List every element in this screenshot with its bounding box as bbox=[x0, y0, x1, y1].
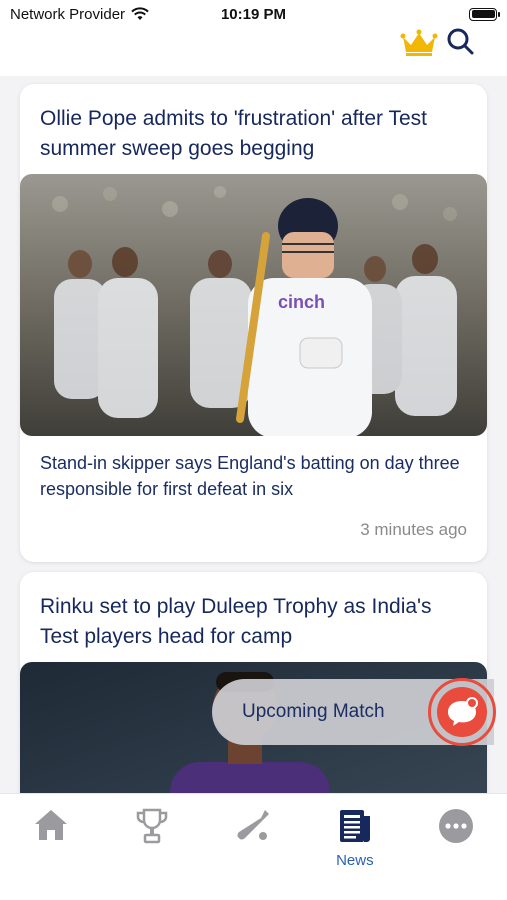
article-card[interactable]: Ollie Pope admits to 'frustration' after… bbox=[20, 84, 487, 562]
battery-icon bbox=[469, 7, 500, 21]
bottom-tab-bar: News bbox=[0, 793, 507, 900]
upcoming-match-button[interactable] bbox=[428, 678, 496, 746]
tab-home[interactable] bbox=[6, 808, 96, 900]
article-title[interactable]: Ollie Pope admits to 'frustration' after… bbox=[40, 104, 467, 164]
carrier-group: Network Provider bbox=[10, 6, 149, 23]
article-summary: Stand-in skipper says England's batting … bbox=[40, 453, 460, 499]
svg-text:cinch: cinch bbox=[278, 292, 325, 312]
news-icon bbox=[339, 810, 370, 842]
tab-matches[interactable] bbox=[208, 808, 298, 900]
app-header bbox=[0, 28, 507, 76]
trophy-icon bbox=[136, 808, 168, 844]
cricket-photo: cinch bbox=[20, 174, 487, 436]
chat-bubble-icon bbox=[437, 687, 487, 737]
search-icon[interactable] bbox=[445, 26, 475, 56]
article-title[interactable]: Rinku set to play Duleep Trophy as India… bbox=[40, 592, 467, 652]
tab-news[interactable]: News bbox=[310, 808, 400, 900]
status-bar: Network Provider 10:19 PM bbox=[0, 0, 507, 28]
home-icon bbox=[34, 810, 67, 840]
article-timestamp: 3 minutes ago bbox=[360, 520, 467, 539]
tab-news-label[interactable]: News bbox=[336, 852, 374, 869]
article-image[interactable]: cinch bbox=[20, 174, 487, 436]
carrier-label: Network Provider bbox=[10, 5, 126, 23]
tab-more[interactable] bbox=[411, 808, 501, 900]
tab-trophy[interactable] bbox=[107, 808, 197, 900]
wifi-icon bbox=[131, 7, 149, 20]
cricket-bat-icon bbox=[237, 810, 270, 840]
crown-icon[interactable] bbox=[400, 28, 438, 58]
upcoming-match-label[interactable]: Upcoming Match bbox=[242, 701, 385, 723]
more-icon bbox=[439, 809, 474, 843]
